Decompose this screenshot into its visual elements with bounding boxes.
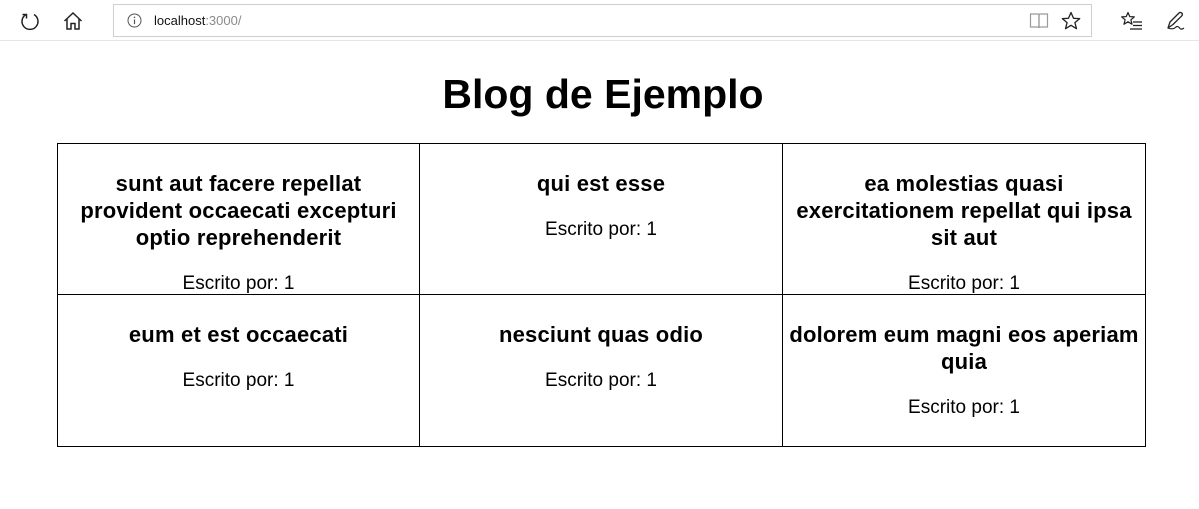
post-card: dolorem eum magni eos aperiam quia Escri… xyxy=(782,294,1146,447)
post-card: qui est esse Escrito por: 1 xyxy=(419,143,783,295)
favorites-button[interactable] xyxy=(1117,6,1147,36)
address-bar[interactable]: localhost:3000/ xyxy=(113,4,1092,37)
url-host: localhost xyxy=(154,13,206,28)
url-text[interactable]: localhost:3000/ xyxy=(154,13,241,29)
info-icon[interactable] xyxy=(127,13,142,28)
post-card: sunt aut facere repellat provident occae… xyxy=(57,143,420,295)
star-icon xyxy=(1061,11,1081,30)
post-author: Escrito por: 1 xyxy=(545,370,657,391)
post-author: Escrito por: 1 xyxy=(182,273,295,294)
add-favorite-button[interactable] xyxy=(1059,9,1083,33)
post-title: nesciunt quas odio xyxy=(498,322,704,347)
web-notes-button[interactable] xyxy=(1160,6,1190,36)
reading-view-icon xyxy=(1029,13,1049,29)
url-path: :3000/ xyxy=(205,13,242,28)
post-card: eum et est occaecati Escrito por: 1 xyxy=(57,294,420,447)
refresh-button[interactable] xyxy=(15,6,45,36)
reading-view-button[interactable] xyxy=(1028,10,1050,32)
browser-toolbar: localhost:3000/ xyxy=(0,0,1199,41)
post-author: Escrito por: 1 xyxy=(908,273,1020,294)
post-card: nesciunt quas odio Escrito por: 1 xyxy=(419,294,783,447)
pen-icon xyxy=(1167,11,1185,30)
refresh-icon xyxy=(21,13,39,31)
post-author: Escrito por: 1 xyxy=(908,397,1020,418)
post-card: ea molestias quasi exercitationem repell… xyxy=(782,143,1146,295)
post-title: qui est esse xyxy=(536,171,666,196)
post-title: sunt aut facere repellat provident occae… xyxy=(80,171,397,250)
post-title: dolorem eum magni eos aperiam quia xyxy=(789,322,1139,374)
post-author: Escrito por: 1 xyxy=(545,219,657,240)
favorites-list-icon xyxy=(1121,11,1142,30)
page-content: Blog de Ejemplo sunt aut facere repellat… xyxy=(0,41,1199,509)
post-author: Escrito por: 1 xyxy=(182,370,295,391)
post-title: ea molestias quasi exercitationem repell… xyxy=(796,171,1132,250)
posts-grid: sunt aut facere repellat provident occae… xyxy=(57,143,1146,447)
home-icon xyxy=(63,11,83,30)
post-title: eum et est occaecati xyxy=(128,322,349,347)
home-button[interactable] xyxy=(58,6,88,36)
page-title: Blog de Ejemplo xyxy=(442,71,764,117)
